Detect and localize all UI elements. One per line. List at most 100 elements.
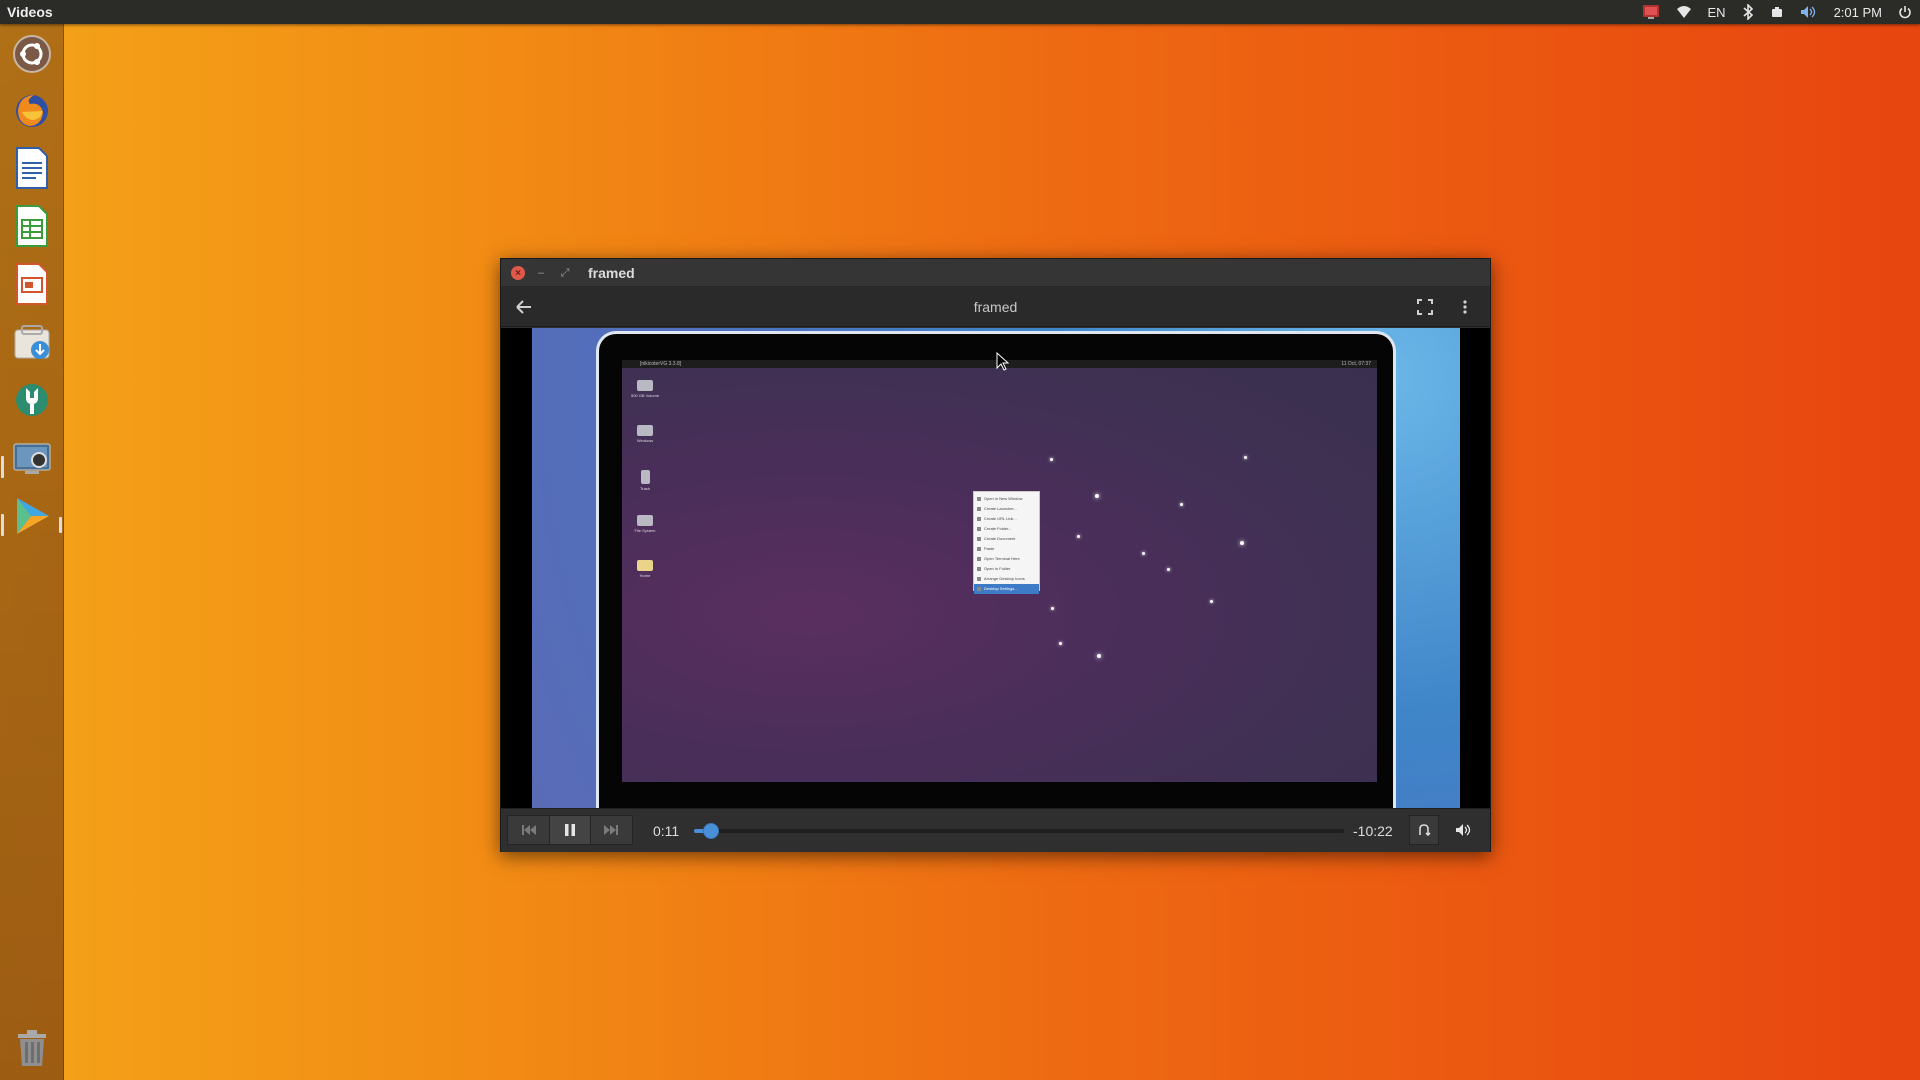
software-updater-icon <box>14 325 50 359</box>
minimize-button[interactable]: – <box>534 266 548 280</box>
mouse-pointer-icon <box>996 352 1010 371</box>
repeat-button[interactable] <box>1409 815 1439 845</box>
window-titlebar[interactable]: × – ⤢ framed <box>501 259 1490 287</box>
launcher-item-tweak-tool[interactable] <box>8 376 56 424</box>
video-area[interactable]: [nikicoterVG 3.3.8] 11 Oct, 07:37 500 GB… <box>501 328 1490 808</box>
previous-button[interactable] <box>508 816 549 844</box>
videos-app-icon <box>17 498 49 534</box>
star <box>1097 654 1101 658</box>
inner-clock: 11 Oct, 07:37 <box>1341 361 1371 367</box>
dash-home-button[interactable] <box>8 30 56 78</box>
volume-button[interactable] <box>1449 815 1479 845</box>
transport-button-group <box>507 815 633 845</box>
inner-desktop-icon: Windows <box>630 425 660 443</box>
inner-menu-item: Open in Folder <box>974 564 1039 574</box>
launcher-item-impress[interactable] <box>8 260 56 308</box>
inner-menu-item: Create Folder... <box>974 524 1039 534</box>
next-button[interactable] <box>591 816 632 844</box>
running-indicator <box>1 514 4 536</box>
tweak-tool-icon <box>16 384 48 416</box>
inner-menu-item: Paste <box>974 544 1039 554</box>
inner-menu-item: Open in New Window <box>974 494 1039 504</box>
inner-menu-item: Open Terminal Here <box>974 554 1039 564</box>
header-title: framed <box>973 299 1018 315</box>
star <box>1051 607 1054 610</box>
pause-button[interactable] <box>549 816 591 844</box>
skip-back-icon <box>521 825 536 835</box>
session-menu[interactable] <box>1890 0 1920 24</box>
active-app-title: Videos <box>7 4 53 20</box>
volume-icon <box>1456 824 1471 836</box>
maximize-button[interactable]: ⤢ <box>558 266 572 280</box>
more-options-icon <box>1463 300 1467 314</box>
close-button[interactable]: × <box>511 266 525 280</box>
wifi-icon <box>1676 6 1691 18</box>
libreoffice-impress-icon <box>16 263 48 305</box>
trash-icon <box>18 1030 46 1066</box>
launcher-item-videos[interactable] <box>8 492 56 540</box>
inner-desktop-icon: Trash <box>630 470 660 491</box>
star <box>1180 503 1183 506</box>
videos-window: × – ⤢ framed framed [nikicoterVG 3.3.8] … <box>500 258 1491 852</box>
playback-controls: 0:11 -10:22 <box>501 808 1490 852</box>
top-panel: Videos EN 2:01 PM <box>0 0 1920 24</box>
firefox-icon <box>16 95 48 127</box>
screen-recorder-indicator[interactable] <box>1634 0 1668 24</box>
launcher-item-trash[interactable] <box>8 1024 56 1072</box>
volume-icon <box>1800 6 1815 18</box>
launcher-item-software-updater[interactable] <box>8 318 56 366</box>
launcher-item-screenshot[interactable] <box>8 434 56 482</box>
screen-recorder-icon <box>1642 5 1659 19</box>
star <box>1050 458 1053 461</box>
current-time: 0:11 <box>653 823 680 839</box>
window-title: framed <box>588 265 635 281</box>
seek-bar[interactable] <box>694 823 1344 839</box>
inner-menu-item-highlighted: Desktop Settings... <box>974 584 1039 594</box>
power-icon <box>1899 6 1911 19</box>
inner-menu-item: Create Document <box>974 534 1039 544</box>
inner-top-bar-title: [nikicoterVG 3.3.8] <box>640 361 682 367</box>
star <box>1240 541 1244 545</box>
bluetooth-indicator[interactable] <box>1734 0 1762 24</box>
clock[interactable]: 2:01 PM <box>1826 0 1890 24</box>
fullscreen-icon <box>1417 299 1433 315</box>
star <box>1059 642 1062 645</box>
pause-icon <box>565 824 575 836</box>
launcher-item-firefox[interactable] <box>8 86 56 134</box>
star <box>1142 552 1145 555</box>
header-bar: framed <box>501 287 1490 327</box>
star <box>1095 494 1099 498</box>
remaining-time: -10:22 <box>1353 823 1393 839</box>
sound-indicator[interactable] <box>1792 0 1826 24</box>
launcher-item-calc[interactable] <box>8 202 56 250</box>
keyboard-layout-indicator[interactable]: EN <box>1700 0 1734 24</box>
seek-handle[interactable] <box>703 823 719 839</box>
skip-forward-icon <box>604 825 619 835</box>
star <box>1077 535 1080 538</box>
menu-button[interactable] <box>1458 298 1472 316</box>
inner-context-menu: Open in New Window Create Launcher... Cr… <box>973 491 1040 594</box>
star <box>1167 568 1170 571</box>
libreoffice-writer-icon <box>16 147 48 189</box>
video-laptop-frame: [nikicoterVG 3.3.8] 11 Oct, 07:37 500 GB… <box>596 331 1396 808</box>
dash-home-icon <box>13 35 51 73</box>
screenshot-tool-icon <box>13 443 51 474</box>
inner-desktop-icon: 500 GB Volume <box>630 380 660 398</box>
inner-menu-item: Create Launcher... <box>974 504 1039 514</box>
video-inner-screen: [nikicoterVG 3.3.8] 11 Oct, 07:37 500 GB… <box>622 360 1377 782</box>
battery-icon <box>1771 7 1782 17</box>
inner-menu-item: Arrange Desktop Icons <box>974 574 1039 584</box>
system-tray: EN 2:01 PM <box>1634 0 1920 24</box>
battery-indicator[interactable] <box>1762 0 1792 24</box>
libreoffice-calc-icon <box>16 205 48 247</box>
fullscreen-button[interactable] <box>1416 298 1434 316</box>
inner-menu-item: Create URL Link... <box>974 514 1039 524</box>
star <box>1210 600 1213 603</box>
inner-desktop-icon: File System <box>630 515 660 533</box>
bluetooth-icon <box>1743 4 1753 20</box>
launcher-item-writer[interactable] <box>8 144 56 192</box>
star <box>1244 456 1247 459</box>
inner-desktop-icon: Home <box>630 560 660 578</box>
wifi-indicator[interactable] <box>1668 0 1700 24</box>
running-indicator <box>1 456 4 478</box>
